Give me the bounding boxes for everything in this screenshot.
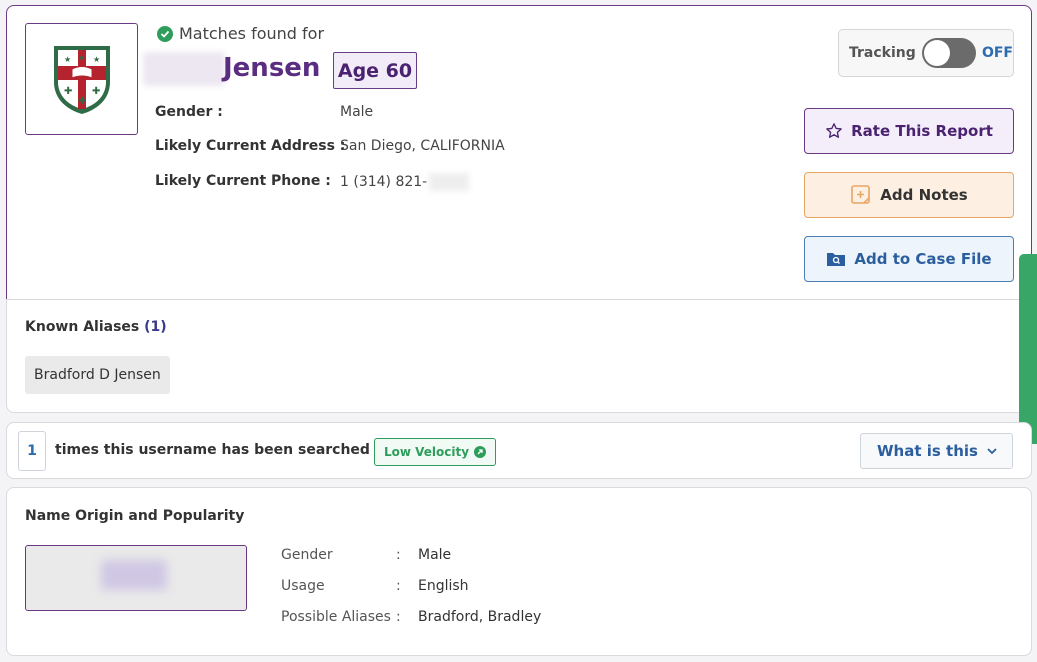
name-origin-card: Name Origin and Popularity Gender : Male… [6,487,1032,656]
address-value: San Diego, CALIFORNIA [340,138,505,154]
chevron-down-icon [987,448,997,455]
origin-name-box [25,545,247,611]
profile-card: ★ ★ ★ ✚ ✚ ✚ Matches found for Jensen Age… [6,5,1032,305]
velocity-badge: Low Velocity [374,438,497,466]
add-notes-label: Add Notes [880,186,968,204]
aliases-title-text: Known Aliases [25,319,140,335]
address-label: Likely Current Address : [155,138,346,154]
search-count: 1 [18,431,46,471]
shield-crest-icon: ★ ★ ★ ✚ ✚ ✚ [53,46,110,114]
svg-text:★: ★ [64,55,71,64]
svg-text:★: ★ [93,55,100,64]
first-name-redacted [143,52,225,86]
velocity-label: Low Velocity [384,445,470,459]
tracking-label: Tracking [849,45,916,61]
svg-text:✚: ✚ [78,96,86,107]
address-row: Likely Current Address : San Diego, CALI… [155,138,505,154]
origin-title: Name Origin and Popularity [25,508,245,524]
what-is-this-dropdown[interactable]: What is this [860,433,1013,469]
profile-logo: ★ ★ ★ ✚ ✚ ✚ [25,23,138,135]
origin-name-redacted [101,560,167,590]
tracking-state: OFF [981,45,1013,61]
age-badge: Age 60 [333,52,417,89]
origin-usage-label: Usage [281,578,325,594]
rate-report-label: Rate This Report [851,122,993,140]
origin-aliases-value: Bradford, Bradley [418,609,542,625]
matches-found-label: Matches found for [157,24,324,43]
phone-row: Likely Current Phone : 1 (314) 821- [155,173,470,191]
svg-text:✚: ✚ [64,86,72,97]
what-is-this-label: What is this [877,442,978,460]
tracking-control: Tracking OFF [838,29,1014,77]
check-circle-icon [157,25,173,42]
svg-text:★: ★ [78,53,85,62]
aliases-count: (1) [144,319,167,335]
note-add-icon [851,185,871,204]
add-case-file-label: Add to Case File [854,250,992,268]
colon: : [396,609,401,625]
matches-text: Matches found for [179,24,325,43]
colon: : [396,578,401,594]
gender-row: Gender : Male [155,104,373,120]
origin-aliases-label: Possible Aliases [281,609,391,625]
add-case-file-button[interactable]: Add to Case File [804,236,1014,282]
svg-text:✚: ✚ [92,86,100,97]
folder-search-icon [827,253,846,266]
star-icon [826,123,842,138]
rate-report-button[interactable]: Rate This Report [804,108,1014,154]
aliases-title: Known Aliases (1) [25,319,167,335]
toggle-knob [923,40,950,66]
gender-value: Male [340,104,374,120]
gender-label: Gender : [155,104,223,120]
origin-gender-value: Male [418,547,452,563]
phone-redacted [429,173,470,191]
phone-label: Likely Current Phone : [155,173,331,189]
phone-value: 1 (314) 821- [340,174,428,190]
search-count-text: times this username has been searched [55,442,370,458]
origin-aliases-row: Possible Aliases : Bradford, Bradley [281,609,541,625]
feedback-side-tab[interactable] [1019,254,1037,444]
known-aliases-card: Known Aliases (1) Bradford D Jensen [6,299,1032,413]
origin-gender-label: Gender [281,547,333,563]
tracking-toggle[interactable] [921,38,976,68]
origin-gender-row: Gender : Male [281,547,451,563]
origin-usage-value: English [418,578,469,594]
alias-chip[interactable]: Bradford D Jensen [25,356,170,394]
origin-usage-row: Usage : English [281,578,469,594]
last-name: Jensen [223,53,321,83]
velocity-arrow-icon [474,446,487,458]
search-stats-card: 1 times this username has been searched … [6,422,1032,479]
add-notes-button[interactable]: Add Notes [804,172,1014,218]
colon: : [396,547,401,563]
phone-value-wrap: 1 (314) 821- [340,173,470,191]
